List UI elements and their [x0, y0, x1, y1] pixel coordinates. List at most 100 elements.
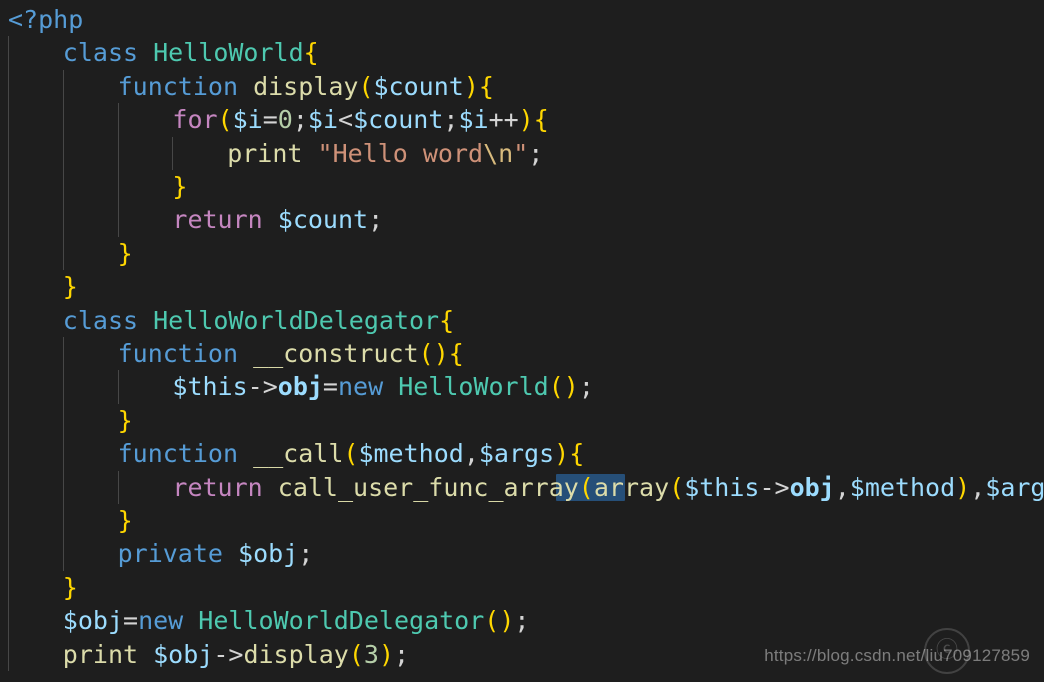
code-token: class [62, 305, 139, 335]
code-token: ( [418, 339, 434, 368]
code-token: $method [358, 439, 464, 469]
code-token: ; [292, 105, 308, 135]
code-token: ; [514, 606, 530, 636]
code-token: $obj [62, 606, 124, 636]
code-token: = [322, 372, 338, 402]
code-token: ( [578, 472, 594, 502]
code-token: HelloWorld [398, 372, 549, 402]
code-token: "Hello word [317, 138, 484, 168]
code-token: for [172, 105, 218, 135]
indent-guide [117, 370, 119, 404]
code-line[interactable]: for($i=0;$i<$count;$i++){ [172, 103, 548, 136]
indent-guide [117, 470, 119, 504]
code-token: ( [548, 372, 564, 402]
code-token: HelloWorld [153, 38, 304, 68]
code-token: { [533, 105, 549, 135]
code-token: < [338, 105, 354, 135]
code-line[interactable]: class HelloWorldDelegator{ [63, 304, 454, 337]
code-token: ) [378, 639, 394, 669]
code-token: $count [353, 105, 444, 135]
code-token: } [117, 238, 133, 268]
code-line[interactable]: function __construct(){ [118, 337, 464, 370]
code-token: function [117, 339, 239, 368]
code-token: call_user_func_array [277, 472, 579, 502]
code-token: { [478, 71, 494, 101]
code-token: function [117, 439, 239, 469]
code-token: new [138, 606, 184, 636]
code-line[interactable]: class HelloWorld{ [63, 36, 319, 69]
code-line[interactable]: } [118, 237, 133, 270]
code-token: $count [373, 71, 464, 101]
code-token: print [62, 639, 139, 669]
code-token: } [62, 572, 78, 602]
code-token: __call [253, 439, 344, 469]
indent-guide [172, 136, 174, 170]
code-line[interactable]: return call_user_func_array(array($this-… [172, 471, 1044, 504]
code-line[interactable]: <?php [8, 3, 83, 36]
code-editor-text-area[interactable]: <?php class HelloWorld{function display($… [0, 0, 1044, 682]
code-token: class [62, 38, 139, 68]
code-editor-window: <?php class HelloWorld{function display($… [0, 0, 1044, 682]
code-line[interactable]: } [63, 571, 78, 604]
code-token: { [303, 38, 319, 68]
code-token: ; [578, 372, 594, 402]
code-token: return [172, 472, 263, 502]
code-token: return [172, 205, 263, 235]
code-line[interactable]: $this->obj=new HelloWorld(); [172, 370, 594, 403]
code-token: $i [232, 105, 263, 135]
code-token: private [117, 539, 223, 569]
indent-guide [117, 103, 119, 237]
code-token: ; [443, 105, 459, 135]
code-token: print [227, 138, 303, 168]
code-token: 0 [277, 105, 293, 135]
code-token: obj [789, 472, 835, 502]
indent-guide [62, 69, 64, 271]
code-line[interactable]: } [172, 170, 187, 203]
code-line[interactable]: function display($count){ [118, 70, 494, 103]
code-line[interactable]: } [63, 270, 78, 303]
code-token: $method [849, 472, 956, 502]
code-line[interactable]: private $obj; [118, 537, 314, 570]
code-token: HelloWorldDelegator [198, 606, 485, 636]
code-token: array [593, 472, 670, 502]
code-token: -> [247, 372, 278, 402]
code-token: ( [669, 472, 685, 502]
code-token: , [463, 439, 479, 469]
code-line[interactable]: $obj=new HelloWorldDelegator(); [63, 604, 530, 637]
code-token: " [513, 138, 529, 168]
code-line[interactable]: return $count; [172, 203, 383, 236]
code-line[interactable]: } [118, 404, 133, 437]
code-token: obj [277, 372, 323, 402]
code-line[interactable]: function __call($method,$args){ [118, 437, 585, 470]
code-token: -> [213, 639, 244, 669]
code-token: $this [684, 472, 760, 502]
code-token: ) [433, 339, 449, 368]
code-line[interactable]: print "Hello word\n"; [227, 137, 543, 170]
code-token: -> [759, 472, 790, 502]
code-token: ; [298, 539, 314, 569]
code-token: = [123, 606, 139, 636]
code-token: ) [518, 105, 534, 135]
code-token: } [117, 506, 133, 535]
code-token: ( [217, 105, 233, 135]
code-token: ) [499, 606, 515, 636]
code-token: ( [343, 439, 359, 469]
code-token: $args [985, 472, 1044, 502]
code-token: $args [478, 439, 555, 469]
code-line[interactable]: print $obj->display(3); [63, 638, 409, 671]
indent-guide [8, 36, 9, 671]
code-token: $i [307, 105, 339, 135]
code-token: ) [955, 472, 971, 502]
code-token: <?php [8, 5, 84, 34]
code-line[interactable]: } [118, 504, 133, 537]
code-token: ) [554, 439, 570, 469]
